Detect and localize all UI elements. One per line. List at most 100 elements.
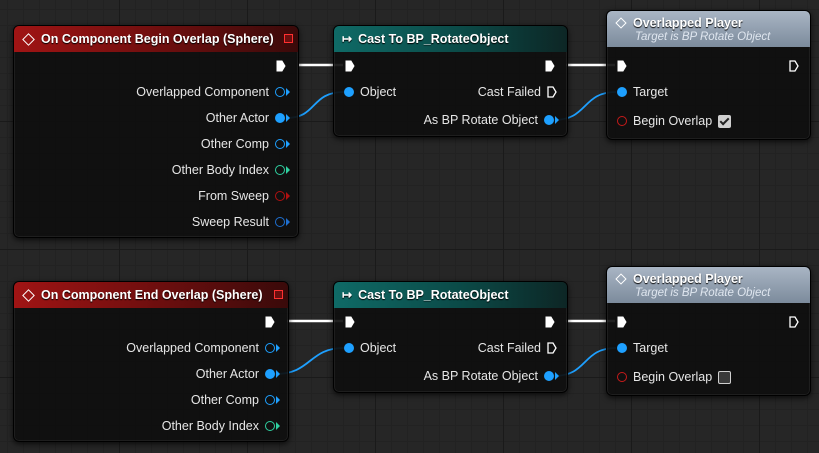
exec-in-pin-icon[interactable] xyxy=(617,60,627,72)
pin-row-overlapped-component[interactable]: Overlapped Component xyxy=(120,341,280,355)
object-pin-icon[interactable] xyxy=(275,113,285,123)
exec-in-pin-icon[interactable] xyxy=(345,60,355,72)
pin-arrow-icon xyxy=(276,370,280,378)
pin-row-target[interactable]: Target xyxy=(617,85,674,99)
node-title: Cast To BP_RotateObject xyxy=(358,32,509,46)
node-title: Overlapped Player xyxy=(633,271,743,286)
cast-node-1[interactable]: ↦ Cast To BP_RotateObject Object Cast Fa… xyxy=(333,25,568,137)
node-header[interactable]: ↦ Cast To BP_RotateObject xyxy=(334,282,567,308)
pin-row-as-bp-rotate-object[interactable]: As BP Rotate Object xyxy=(418,369,559,383)
pin-arrow-icon xyxy=(286,218,290,226)
function-node-2[interactable]: Overlapped Player Target is BP Rotate Ob… xyxy=(606,266,811,396)
pin-label: Target xyxy=(633,85,668,99)
exec-in-pin-icon[interactable] xyxy=(345,316,355,328)
event-node-begin-overlap[interactable]: On Component Begin Overlap (Sphere) Over… xyxy=(13,25,299,238)
pin-label: Cast Failed xyxy=(477,341,541,355)
pin-label: As BP Rotate Object xyxy=(423,113,538,127)
exec-out-pin-icon[interactable] xyxy=(265,316,275,328)
pin-row-from-sweep[interactable]: From Sweep xyxy=(192,189,290,203)
bool-pin-icon[interactable] xyxy=(275,191,285,201)
int-pin-icon[interactable] xyxy=(275,165,285,175)
node-title: On Component Begin Overlap (Sphere) xyxy=(41,32,274,46)
object-pin-icon[interactable] xyxy=(265,395,275,405)
node-header[interactable]: Overlapped Player Target is BP Rotate Ob… xyxy=(607,267,810,303)
cast-arrow-icon: ↦ xyxy=(342,32,353,46)
object-pin-icon[interactable] xyxy=(544,115,554,125)
pin-label: Begin Overlap xyxy=(633,370,713,384)
pin-label: Target xyxy=(633,341,668,355)
pin-row-cast-failed[interactable]: Cast Failed xyxy=(472,85,557,99)
pin-row-begin-overlap[interactable]: Begin Overlap xyxy=(617,370,732,384)
pin-row-begin-overlap[interactable]: Begin Overlap xyxy=(617,114,732,128)
pin-arrow-icon xyxy=(276,396,280,404)
pin-label: Other Actor xyxy=(205,111,269,125)
exec-out-pin-icon[interactable] xyxy=(545,316,555,328)
bool-pin-icon[interactable] xyxy=(617,372,627,382)
node-header[interactable]: ↦ Cast To BP_RotateObject xyxy=(334,26,567,52)
object-pin-icon[interactable] xyxy=(544,371,554,381)
pin-label: Sweep Result xyxy=(191,215,269,229)
object-pin-icon[interactable] xyxy=(344,87,354,97)
node-subtitle: Target is BP Rotate Object xyxy=(635,286,771,299)
begin-overlap-checkbox[interactable] xyxy=(718,370,732,384)
begin-overlap-checkbox[interactable] xyxy=(718,114,732,128)
pin-row-as-bp-rotate-object[interactable]: As BP Rotate Object xyxy=(418,113,559,127)
pin-label: Begin Overlap xyxy=(633,114,713,128)
node-title: Overlapped Player xyxy=(633,15,743,30)
pin-row-other-actor[interactable]: Other Actor xyxy=(200,111,290,125)
cast-node-2[interactable]: ↦ Cast To BP_RotateObject Object Cast Fa… xyxy=(333,281,568,393)
pin-row-sweep-result[interactable]: Sweep Result xyxy=(186,215,290,229)
exec-out-pin-icon[interactable] xyxy=(789,60,799,72)
pin-arrow-icon xyxy=(555,372,559,380)
pin-row-other-body-index[interactable]: Other Body Index xyxy=(156,419,280,433)
object-pin-icon[interactable] xyxy=(617,87,627,97)
pin-row-object[interactable]: Object xyxy=(344,85,402,99)
pin-arrow-icon xyxy=(286,114,290,122)
bool-pin-icon[interactable] xyxy=(617,116,627,126)
node-title: On Component End Overlap (Sphere) xyxy=(41,288,263,302)
pin-arrow-icon xyxy=(276,422,280,430)
pin-row-other-comp[interactable]: Other Comp xyxy=(195,137,290,151)
node-header[interactable]: On Component End Overlap (Sphere) xyxy=(14,282,288,308)
node-header[interactable]: Overlapped Player Target is BP Rotate Ob… xyxy=(607,11,810,47)
event-diamond-icon xyxy=(22,32,35,46)
exec-out-pin-icon[interactable] xyxy=(276,60,286,72)
object-pin-icon[interactable] xyxy=(275,139,285,149)
delegate-pin-icon[interactable] xyxy=(284,34,293,43)
node-subtitle: Target is BP Rotate Object xyxy=(635,30,771,43)
delegate-pin-icon[interactable] xyxy=(274,290,283,299)
object-pin-icon[interactable] xyxy=(265,369,275,379)
pin-row-object[interactable]: Object xyxy=(344,341,402,355)
node-header[interactable]: On Component Begin Overlap (Sphere) xyxy=(14,26,298,52)
pin-row-other-body-index[interactable]: Other Body Index xyxy=(166,163,290,177)
pin-arrow-icon xyxy=(286,88,290,96)
node-title: Cast To BP_RotateObject xyxy=(358,288,509,302)
pin-row-target[interactable]: Target xyxy=(617,341,674,355)
exec-out-pin-icon[interactable] xyxy=(547,342,557,354)
exec-out-pin-icon[interactable] xyxy=(547,86,557,98)
pin-label: Other Comp xyxy=(190,393,259,407)
int-pin-icon[interactable] xyxy=(265,421,275,431)
object-pin-icon[interactable] xyxy=(344,343,354,353)
function-icon xyxy=(615,16,627,29)
exec-out-pin-icon[interactable] xyxy=(789,316,799,328)
pin-row-other-comp[interactable]: Other Comp xyxy=(185,393,280,407)
exec-in-pin-icon[interactable] xyxy=(617,316,627,328)
pin-label: Other Comp xyxy=(200,137,269,151)
pin-row-cast-failed[interactable]: Cast Failed xyxy=(472,341,557,355)
pin-arrow-icon xyxy=(286,192,290,200)
function-node-1[interactable]: Overlapped Player Target is BP Rotate Ob… xyxy=(606,10,811,140)
struct-pin-icon[interactable] xyxy=(275,217,285,227)
pin-row-other-actor[interactable]: Other Actor xyxy=(190,367,280,381)
object-pin-icon[interactable] xyxy=(617,343,627,353)
object-pin-icon[interactable] xyxy=(275,87,285,97)
pin-label: Other Body Index xyxy=(161,419,259,433)
event-node-end-overlap[interactable]: On Component End Overlap (Sphere) Overla… xyxy=(13,281,289,442)
pin-arrow-icon xyxy=(276,344,280,352)
object-pin-icon[interactable] xyxy=(265,343,275,353)
pin-arrow-icon xyxy=(555,116,559,124)
pin-label: As BP Rotate Object xyxy=(423,369,538,383)
exec-out-pin-icon[interactable] xyxy=(545,60,555,72)
pin-label: Other Actor xyxy=(195,367,259,381)
pin-row-overlapped-component[interactable]: Overlapped Component xyxy=(130,85,290,99)
